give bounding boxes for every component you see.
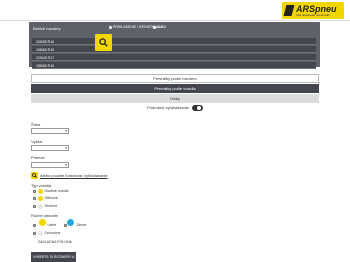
vehicle-type-passenger[interactable]: Osobné vozidlo: [33, 189, 69, 194]
chevron-down-icon: ▾: [65, 129, 67, 133]
size-row[interactable]: 225/45 R17: [32, 54, 316, 61]
diameter-label: Priemer: [31, 155, 46, 160]
width-select[interactable]: ▾: [31, 128, 69, 134]
search-icon: [32, 173, 37, 178]
logo-mark-icon: [283, 5, 295, 16]
width-label: Šírka: [31, 122, 41, 127]
vehicle-type-offroad[interactable]: Offroove: [33, 196, 58, 201]
chevron-down-icon: ▾: [65, 146, 67, 150]
radio-icon: [33, 232, 36, 235]
radio-icon: [33, 205, 36, 208]
advanced-search-link[interactable]: Alebo použite funkčnosť vyhľadávanie: [40, 173, 108, 178]
season-all[interactable]: Celoročné: [33, 231, 60, 236]
profile-label: Výška: [31, 139, 42, 144]
reset-link[interactable]: ZAKLADNA POLOHA: [38, 240, 72, 245]
site-header: ARSpneu Váš dodavatel pneumatik: [0, 0, 350, 21]
tab-by-size[interactable]: Prevrátky podle rozmeru: [31, 74, 319, 83]
diameter-select[interactable]: ▾: [31, 162, 69, 168]
vehicle-type-terrain[interactable]: Terénne: [33, 204, 57, 209]
chevron-down-icon: ▾: [65, 163, 67, 167]
advanced-search-button[interactable]: [31, 172, 38, 179]
size-row[interactable]: 185/65 R15: [32, 62, 316, 69]
profile-select[interactable]: ▾: [31, 145, 69, 151]
panel-title: Beživé rozmery: [33, 26, 61, 31]
size-row-label: 195/65 R15: [36, 47, 55, 52]
advanced-search-toggle[interactable]: [191, 104, 203, 111]
option-label: Letne: [47, 223, 57, 227]
option-label: Celoročné: [44, 231, 61, 235]
tab-label: Prevrátky podle rozmeru: [153, 76, 197, 81]
size-row-label: 185/65 R15: [36, 63, 55, 68]
logo-subtitle: Váš dodavatel pneumatik: [296, 13, 330, 17]
radio-icon: [33, 190, 36, 193]
advanced-search-row: Podrobné vyhledávanie: [31, 103, 319, 112]
submit-button[interactable]: VYBERTE Si ROZMERY A: [31, 252, 76, 262]
radio-dot-icon: [109, 25, 112, 29]
search-button[interactable]: [95, 34, 112, 51]
car-icon: [37, 189, 43, 194]
tab-label: Prevrátky podle vozidla: [154, 86, 196, 91]
tab-label: Disky: [170, 96, 180, 101]
radio-option-cars[interactable]: AUTA: [153, 25, 166, 29]
radio-icon: [33, 224, 36, 227]
tab-disks[interactable]: Disky: [31, 94, 319, 103]
search-icon: [99, 38, 108, 47]
season-winter[interactable]: Zimne: [64, 223, 86, 228]
all-season-icon: [37, 231, 43, 236]
size-row-label: 205/55 R16: [36, 39, 55, 44]
radio-label: AUTA: [157, 25, 167, 29]
advanced-search-label: Podrobné vyhledávanie: [147, 105, 189, 110]
arspneu-logo[interactable]: ARSpneu Váš dodavatel pneumatik: [282, 2, 344, 19]
van-icon: [37, 204, 43, 209]
size-row-label: 225/45 R17: [36, 55, 55, 60]
option-label: Osobné vozidlo: [44, 189, 69, 193]
tab-by-vehicle[interactable]: Prevrátky podle vozidla: [31, 84, 319, 93]
size-row[interactable]: 205/55 R16: [32, 38, 316, 45]
radio-dot-icon: [153, 25, 156, 29]
suv-icon: [37, 196, 43, 201]
radio-icon: [64, 224, 67, 227]
option-label: Terénne: [44, 204, 58, 208]
quick-search-panel: Beživé rozmery PRIHLASENIE / REGISTRACIA…: [29, 22, 320, 69]
radio-icon: [33, 197, 36, 200]
size-row[interactable]: 195/65 R15: [32, 46, 316, 53]
option-label: Offroove: [44, 196, 58, 200]
season-summer[interactable]: Letne: [33, 223, 56, 228]
option-label: Zimne: [76, 223, 87, 227]
vehicle-type-label: Typ vozidla: [31, 183, 52, 188]
season-label: Ročné obdobie: [31, 213, 58, 218]
